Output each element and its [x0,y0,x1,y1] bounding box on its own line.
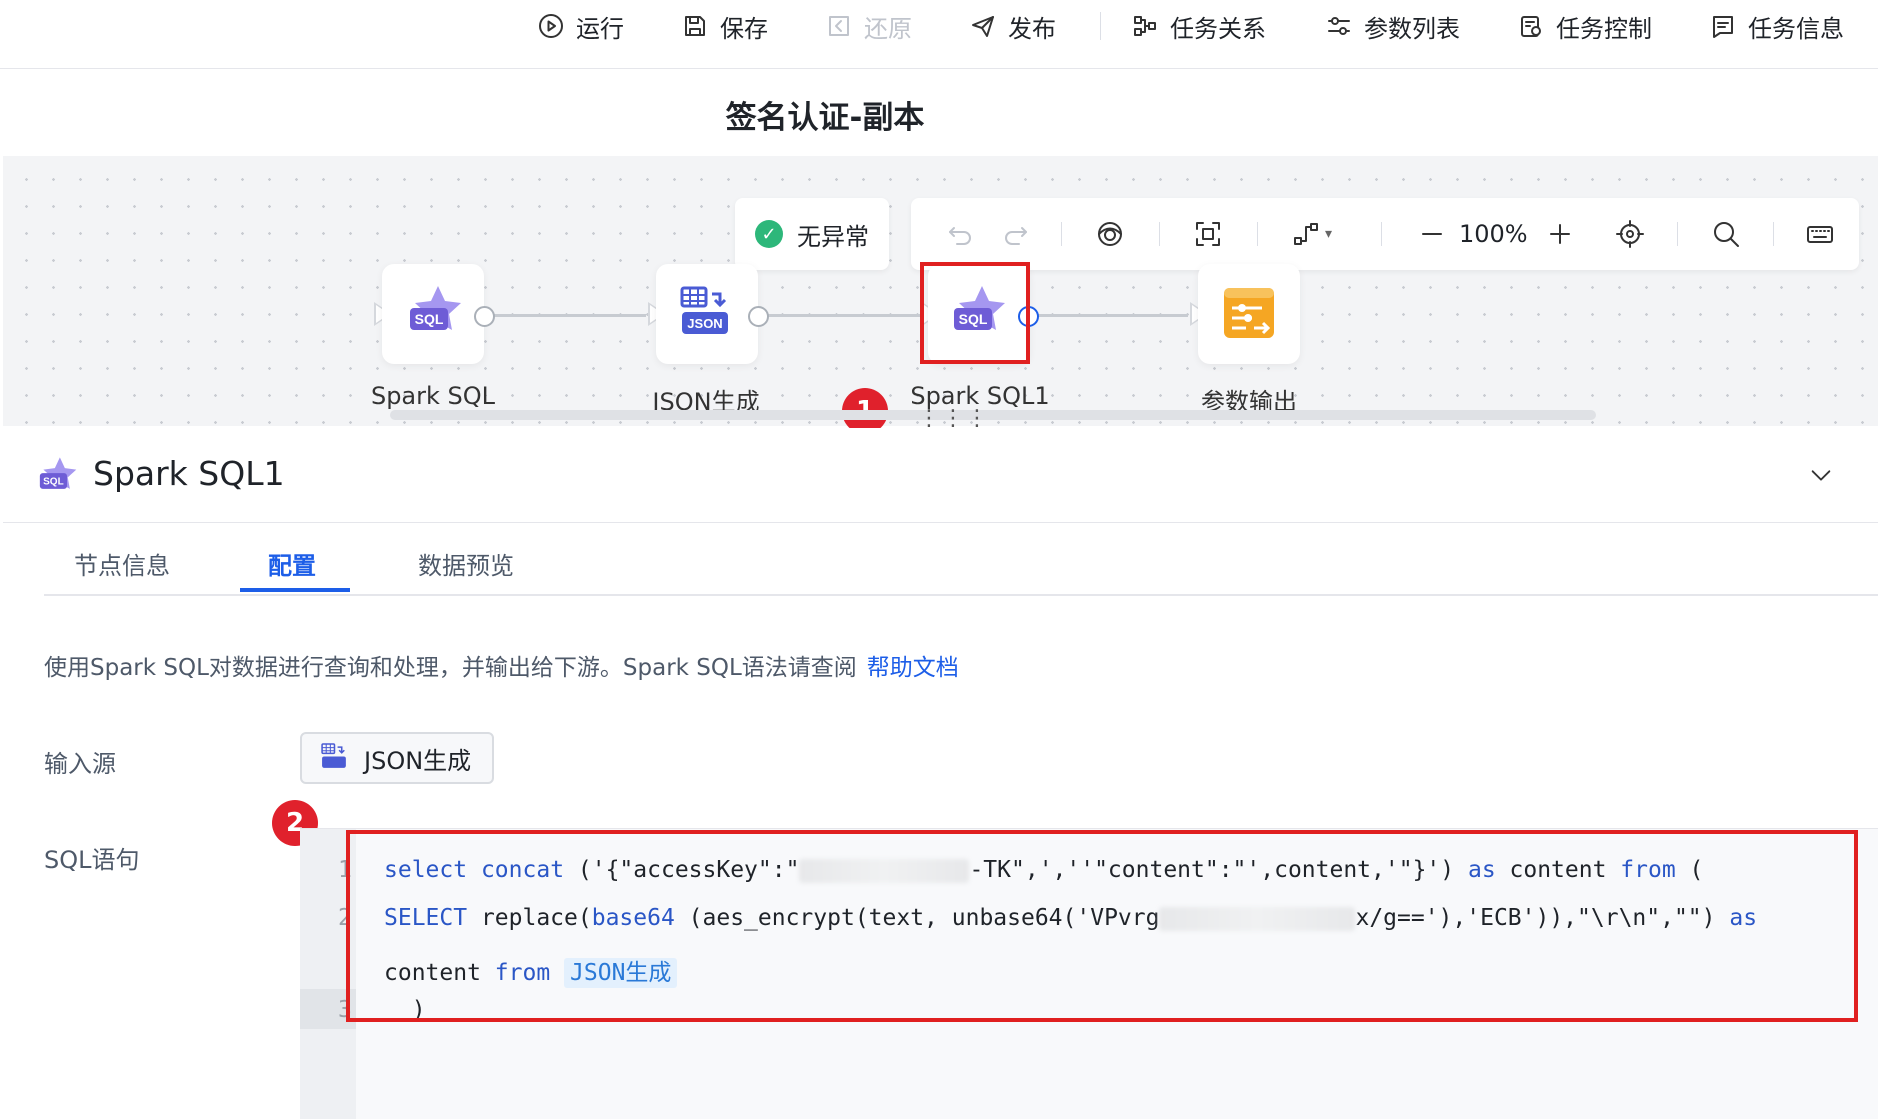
sql-tag-text: SQL [43,477,64,488]
spark-sql-icon: SQL [410,286,461,330]
locate-button[interactable] [1615,218,1645,250]
node-output-port[interactable] [748,306,769,327]
node-detail-header: SQL Spark SQL1 [3,428,1878,523]
info-doc-icon [1713,16,1733,38]
run-label: 运行 [576,14,624,43]
tool-divider [1061,222,1062,246]
task-info-button[interactable]: 任务信息 [1710,8,1844,44]
tool-divider [1159,222,1160,246]
tool-divider [1773,222,1774,246]
json-tag-text: JSON [687,316,722,331]
focus-frame-icon [1196,222,1220,246]
save-label: 保存 [720,14,768,43]
description-body: 使用Spark SQL对数据进行查询和处理，并输出给下游。Spark SQL语法… [44,655,857,681]
connector-icon [1294,223,1318,245]
restore-icon [829,16,849,36]
help-doc-link[interactable]: 帮助文档 [867,655,959,681]
play-circle-icon [539,14,563,38]
json-generate-icon: JSON [680,286,728,334]
task-control-icon [1521,16,1541,37]
toolbar-divider [1100,12,1101,40]
input-source-value: JSON生成 [364,746,472,775]
detail-tabs: 节点信息 配置 数据预览 [44,522,1878,596]
tool-divider [1257,222,1258,246]
keyboard-icon [1807,226,1833,243]
task-info-label: 任务信息 [1748,14,1844,43]
node-label: Spark SQL [370,382,496,410]
search-icon [1714,222,1739,247]
redo-button[interactable] [1001,218,1031,250]
restore-button[interactable]: 还原 [826,8,912,44]
shortcut-keys-button[interactable] [1805,218,1835,250]
tab-data-preview[interactable]: 数据预览 [418,546,514,581]
description-text: 使用Spark SQL对数据进行查询和处理，并输出给下游。Spark SQL语法… [44,648,959,682]
sql-statement-label: SQL语句 [44,846,140,874]
highlight-box [920,262,1030,364]
task-relation-button[interactable]: 任务关系 [1132,8,1266,44]
active-tab-indicator [240,588,350,592]
node-param-output[interactable] [1198,264,1300,364]
caret-down-icon: ▾ [1325,226,1333,242]
node-detail-title: Spark SQL1 [93,454,285,493]
resize-handle[interactable]: ⋮⋮⋮ [918,408,990,430]
crosshair-icon [1616,220,1644,248]
zoom-value: 100% [1459,220,1528,248]
tab-config[interactable]: 配置 [268,546,316,581]
fit-view-button[interactable] [1193,218,1223,250]
zoom-in-button[interactable] [1545,218,1575,250]
node-spark-sql[interactable]: SQL [382,264,484,364]
run-button[interactable]: 运行 [538,8,624,44]
page-title: 签名认证-副本 [725,100,925,136]
status-indicator: ✓ 无异常 [735,198,889,270]
task-relation-label: 任务关系 [1170,14,1266,43]
status-text: 无异常 [797,222,869,251]
canvas-horizontal-scrollbar[interactable] [390,410,1596,420]
save-button[interactable]: 保存 [682,8,768,44]
input-source-label: 输入源 [44,750,116,778]
task-control-label: 任务控制 [1556,14,1652,43]
undo-button[interactable] [945,218,975,250]
publish-button[interactable]: 发布 [970,8,1056,44]
check-circle-icon: ✓ [755,220,783,248]
tool-divider [1677,222,1678,246]
restore-label: 还原 [864,14,912,43]
save-icon [685,16,705,36]
highlight-box [346,830,1858,1022]
spark-sql-icon: SQL [39,457,77,489]
tool-divider [1381,222,1382,246]
node-output-port[interactable] [474,306,495,327]
canvas-toolbar: ▾ 100% [911,198,1859,270]
zoom-level: 100% [1459,218,1528,250]
publish-label: 发布 [1008,14,1056,43]
zoom-out-button[interactable] [1417,218,1447,250]
param-list-button[interactable]: 参数列表 [1326,8,1460,44]
send-icon [972,16,994,37]
node-json-generate[interactable]: JSON [656,264,758,364]
edge [766,314,922,317]
undo-icon [949,227,971,245]
param-list-label: 参数列表 [1364,14,1460,43]
tab-node-info[interactable]: 节点信息 [74,546,170,581]
minus-icon [1422,233,1442,235]
json-generate-icon [321,743,346,768]
edge-style-dropdown[interactable]: ▾ [1291,218,1332,250]
param-output-icon [1224,288,1274,338]
plus-icon [1550,224,1570,244]
sliders-icon [1328,17,1350,35]
redo-icon [1005,227,1027,245]
chevron-down-icon[interactable] [1808,462,1834,488]
input-source-chip[interactable]: JSON生成 [300,732,494,784]
eye-scan-icon [1098,222,1122,246]
edge [490,314,646,317]
top-toolbar: 运行 保存 还原 发布 任务关系 参数列表 任务控制 任务信息 [0,0,1878,69]
relation-icon [1134,16,1156,36]
sql-tag-text: SQL [415,311,444,327]
preview-button[interactable] [1095,218,1125,250]
search-button[interactable] [1711,218,1741,250]
task-control-button[interactable]: 任务控制 [1518,8,1652,44]
edge [1038,314,1188,317]
